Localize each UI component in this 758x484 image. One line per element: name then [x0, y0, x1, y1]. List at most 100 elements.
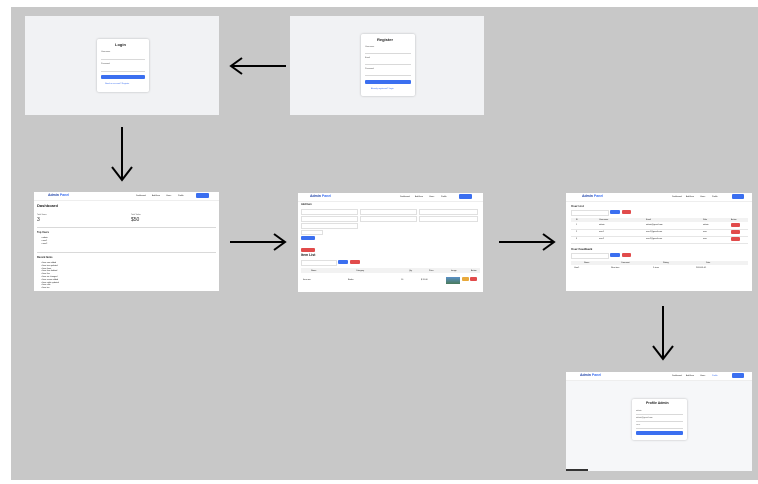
user-delete-button[interactable]	[731, 237, 740, 241]
nav-logout-button[interactable]	[732, 373, 744, 378]
feedback-clear-button[interactable]	[622, 253, 631, 257]
table-cell: Nice item	[611, 267, 620, 269]
nav-logout-button[interactable]	[459, 194, 472, 199]
table-header-cell: Date	[706, 262, 711, 264]
table-cell: user2@gmail.com	[646, 238, 663, 240]
nav-logout-button[interactable]	[732, 194, 744, 199]
item-extra-field[interactable]	[419, 216, 478, 222]
login-submit-button[interactable]	[101, 75, 145, 79]
nav-link-add-item[interactable]: Add Item	[152, 195, 160, 197]
item-qty-field[interactable]	[419, 209, 478, 215]
item-image-picker[interactable]	[301, 230, 323, 235]
item-price-field[interactable]	[301, 216, 358, 222]
register-password-label: Password	[365, 68, 374, 70]
arrow-login-to-dashboard	[111, 127, 133, 182]
profile-username-field[interactable]	[636, 414, 683, 415]
profile-update-button[interactable]	[636, 431, 683, 435]
arrow-dashboard-to-additem	[230, 233, 287, 251]
item-clear-button[interactable]	[350, 260, 360, 264]
users-screen: Admin Panel Dashboard Add Item Users Pro…	[566, 193, 752, 291]
nav-link-users[interactable]: Users	[700, 375, 705, 377]
list2-title: Recent Items	[37, 256, 53, 259]
table-cell: user1	[599, 231, 605, 233]
table-row-divider	[571, 235, 748, 237]
table-header-cell: Rating	[663, 262, 669, 264]
nav-brand: Admin Panel	[310, 194, 332, 198]
nav-link-dashboard[interactable]: Dashboard	[136, 195, 146, 197]
table-cell: 3	[576, 238, 578, 240]
item-note-field[interactable]	[301, 223, 358, 229]
register-submit-button[interactable]	[365, 80, 411, 84]
nav-link-profile[interactable]: Profile	[178, 195, 184, 197]
user-delete-button[interactable]	[731, 223, 740, 227]
item-table-header: Name Category Qty Price Image Action	[301, 268, 480, 273]
list-item: • user1	[41, 240, 48, 242]
nav-link-users[interactable]: Users	[429, 196, 434, 198]
nav-brand: Admin Panel	[582, 194, 604, 198]
profile-password-field[interactable]	[636, 428, 683, 429]
item-delete-button[interactable]	[470, 277, 477, 281]
login-screen: Login Username Password Need an account?…	[25, 16, 219, 115]
user-delete-button[interactable]	[731, 230, 740, 234]
table-cell: Item one	[303, 279, 311, 281]
profile-email-field[interactable]	[636, 421, 683, 422]
users-search-input[interactable]	[571, 210, 609, 216]
nav-link-dashboard[interactable]: Dashboard	[672, 375, 682, 377]
table-cell: user1@gmail.com	[646, 231, 663, 233]
feedback-title: User Feedback	[571, 247, 593, 251]
feedback-search-button[interactable]	[610, 253, 620, 257]
nav-link-profile[interactable]: Profile	[712, 196, 718, 198]
item-search-input[interactable]	[301, 260, 337, 266]
nav-link-add-item[interactable]: Add Item	[686, 196, 694, 198]
table-cell: 1	[576, 224, 578, 226]
nav-link-users[interactable]: Users	[166, 195, 171, 197]
feedback-table-header: Name Comment Rating Date	[571, 261, 748, 265]
item-reset-button[interactable]	[301, 248, 315, 252]
nav-link-dashboard[interactable]: Dashboard	[400, 196, 410, 198]
item-desc-field[interactable]	[360, 216, 417, 222]
list-item: • user2	[41, 243, 48, 245]
nav-link-users[interactable]: Users	[700, 196, 705, 198]
item-search-button[interactable]	[338, 260, 348, 264]
nav-logout-button[interactable]	[196, 193, 209, 198]
users-search-button[interactable]	[610, 210, 620, 214]
list-item: • admin	[41, 237, 48, 239]
users-table-header: ID Username Email Role Action	[571, 218, 748, 222]
nav-link-profile[interactable]: Profile	[712, 375, 718, 377]
login-username-label: Username	[101, 51, 111, 53]
login-password-field[interactable]	[101, 71, 145, 72]
login-footer-link[interactable]: Need an account? Register	[105, 83, 129, 85]
table-header-cell: Action	[731, 219, 737, 221]
stat2-label: Total Value	[131, 214, 141, 216]
users-title: User List	[571, 204, 584, 208]
register-card: Register Username Email Password Already…	[361, 34, 415, 96]
register-username-field[interactable]	[365, 53, 411, 54]
table-cell: 2024-01-01	[696, 267, 707, 269]
profile-password: ••••••	[636, 424, 641, 426]
register-footer-link[interactable]: Already registered? Login	[371, 88, 394, 90]
nav-brand: Admin Panel	[48, 193, 70, 197]
item-category-field[interactable]	[360, 209, 417, 215]
nav-link-dashboard[interactable]: Dashboard	[672, 196, 682, 198]
item-save-button[interactable]	[301, 236, 315, 240]
login-username-field[interactable]	[101, 59, 145, 60]
nav-link-add-item[interactable]: Add Item	[415, 196, 423, 198]
item-name-field[interactable]	[301, 209, 358, 215]
nav-link-add-item[interactable]: Add Item	[686, 375, 694, 377]
register-password-field[interactable]	[365, 75, 411, 76]
nav-link-profile[interactable]: Profile	[441, 196, 447, 198]
table-header-cell: Name	[584, 262, 590, 264]
table-header-cell: ID	[576, 219, 578, 221]
table-header-cell: Qty	[409, 269, 413, 272]
users-clear-button[interactable]	[622, 210, 631, 214]
profile-screen: Admin Panel Dashboard Add Item Users Pro…	[566, 372, 752, 471]
dashboard-navbar: Admin Panel Dashboard Add Item Users Pro…	[34, 192, 219, 201]
item-edit-button[interactable]	[462, 277, 469, 281]
table-header-cell: Email	[646, 219, 652, 221]
feedback-search-input[interactable]	[571, 253, 609, 259]
register-email-label: Email	[365, 57, 371, 59]
profile-scrollbar[interactable]	[566, 469, 588, 471]
table-cell: User1	[574, 267, 580, 269]
table-cell: $ 20.00	[421, 279, 428, 281]
register-email-field[interactable]	[365, 64, 411, 65]
